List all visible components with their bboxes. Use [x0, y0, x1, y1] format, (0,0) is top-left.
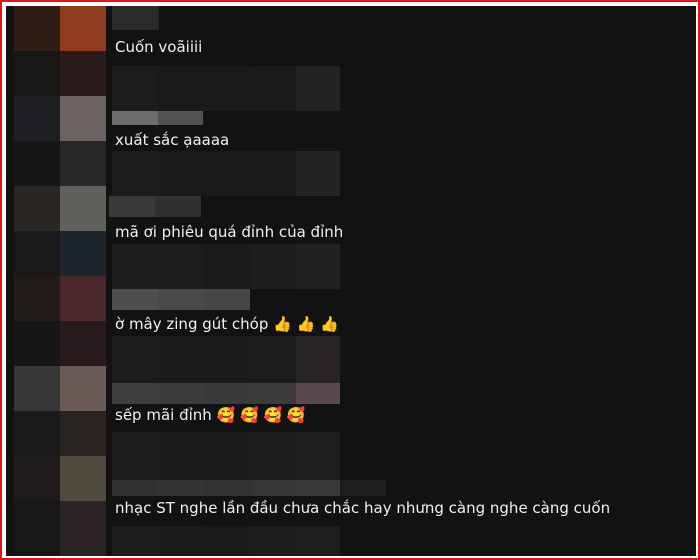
comment-5: sếp mãi đỉnh 🥰 🥰 🥰 🥰: [115, 406, 306, 424]
comment-5-text: sếp mãi đỉnh: [115, 406, 212, 424]
comment-2-text: xuất sắc ạaaaa: [115, 131, 230, 149]
heart-face-emoji-icon: 🥰 🥰 🥰 🥰: [216, 406, 306, 424]
comment-3: mã ơi phiêu quá đỉnh của đỉnh: [115, 223, 343, 241]
comment-1-text: Cuốn voãiiii: [115, 38, 203, 56]
thumbs-up-emoji-icon: 👍 👍 👍: [273, 315, 339, 333]
comment-4: ờ mây zing gút chóp 👍 👍 👍: [115, 315, 339, 333]
comment-1: Cuốn voãiiii: [115, 38, 202, 56]
comment-feed: Cuốn voãiiii xuất sắc ạaaaa mã ơi phiêu …: [6, 6, 696, 556]
comment-6: nhạc ST nghe lần đầu chưa chắc hay nhưng…: [115, 499, 610, 517]
comment-4-text: ờ mây zing gút chóp: [115, 315, 269, 333]
screenshot-frame: Cuốn voãiiii xuất sắc ạaaaa mã ơi phiêu …: [0, 0, 700, 560]
comment-3-text: mã ơi phiêu quá đỉnh của đỉnh: [115, 223, 344, 241]
comment-6-text: nhạc ST nghe lần đầu chưa chắc hay nhưng…: [115, 499, 611, 517]
comment-2: xuất sắc ạaaaa: [115, 131, 229, 149]
